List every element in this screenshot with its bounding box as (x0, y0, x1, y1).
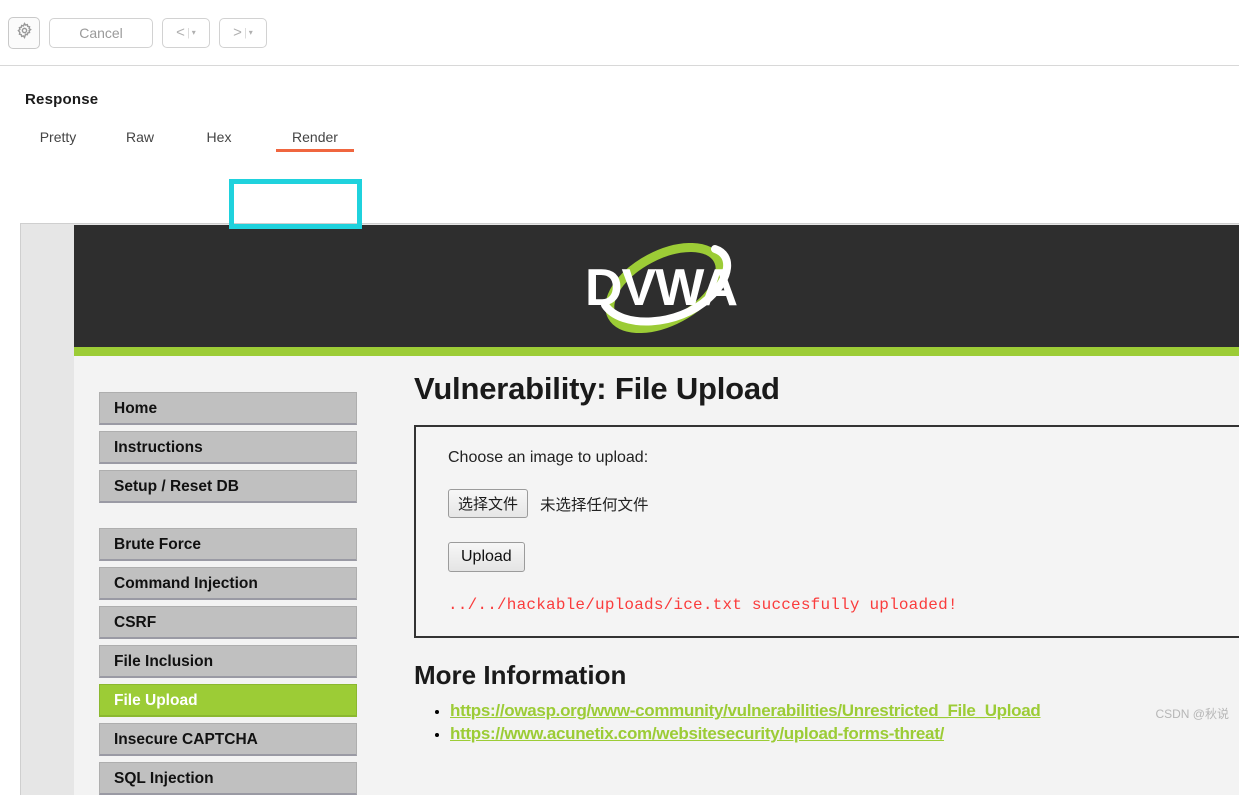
tab-raw[interactable]: Raw (102, 125, 178, 153)
sidebar-item-label: CSRF (114, 614, 157, 631)
dvwa-main-content: Vulnerability: File Upload Choose an ima… (414, 371, 1239, 747)
sidebar-item-label: Brute Force (114, 536, 201, 553)
list-item: https://www.acunetix.com/websitesecurity… (450, 724, 1234, 744)
chevron-left-icon: < (176, 24, 185, 41)
svg-text:DVWA: DVWA (585, 259, 737, 317)
chevron-down-icon: ▾ (191, 28, 196, 37)
tab-hex[interactable]: Hex (184, 125, 254, 153)
choose-image-label: Choose an image to upload: (448, 449, 649, 466)
upload-success-message: ../../hackable/uploads/ice.txt succesful… (448, 596, 958, 614)
dvwa-sidebar: Home Instructions Setup / Reset DB Brute… (99, 392, 357, 795)
sidebar-item-label: Setup / Reset DB (114, 478, 239, 495)
cancel-button[interactable]: Cancel (49, 17, 153, 48)
chevron-down-icon: ▾ (248, 28, 253, 37)
top-toolbar: Cancel < | ▾ > | ▾ (0, 0, 1239, 66)
sidebar-item-brute-force[interactable]: Brute Force (99, 528, 357, 561)
more-information-list: https://owasp.org/www-community/vulnerab… (414, 701, 1234, 744)
tab-pretty-label: Pretty (39, 129, 77, 145)
more-information-heading: More Information (414, 660, 627, 690)
choose-file-button[interactable]: 选择文件 (448, 489, 529, 518)
sidebar-item-setup-reset-db[interactable]: Setup / Reset DB (99, 470, 357, 503)
sidebar-item-csrf[interactable]: CSRF (99, 606, 357, 639)
response-tabs: Pretty Raw Hex Render (20, 125, 370, 153)
list-item: https://owasp.org/www-community/vulnerab… (450, 701, 1234, 721)
tab-hex-label: Hex (206, 129, 232, 145)
sidebar-item-label: Instructions (114, 439, 203, 456)
page-title: Vulnerability: File Upload (414, 371, 780, 406)
sidebar-item-label: File Inclusion (114, 653, 214, 670)
render-tab-highlight-box (229, 179, 362, 229)
watermark: CSDN @秋说 (1155, 707, 1229, 721)
file-selection-status: 未选择任何文件 (540, 496, 649, 514)
dvwa-page: DVWA Home Instructions Setup / Reset DB (74, 225, 1239, 795)
acunetix-link[interactable]: https://www.acunetix.com/websitesecurity… (450, 724, 944, 743)
cancel-button-label: Cancel (79, 24, 123, 41)
dvwa-green-bar (74, 347, 1239, 356)
panel-title: Response (25, 91, 99, 108)
upload-button[interactable]: Upload (448, 542, 525, 572)
back-button[interactable]: < | ▾ (162, 17, 210, 48)
sidebar-item-label: Home (114, 400, 158, 417)
chevron-right-icon: > (233, 24, 242, 41)
settings-button[interactable] (8, 16, 40, 49)
back-divider: | (186, 26, 190, 39)
tab-pretty[interactable]: Pretty (20, 125, 96, 153)
file-upload-form-box: Choose an image to upload: 选择文件 未选择任何文件 … (414, 425, 1239, 638)
sidebar-item-sql-injection[interactable]: SQL Injection (99, 762, 357, 795)
render-viewport: DVWA Home Instructions Setup / Reset DB (20, 223, 1239, 795)
forward-divider: | (243, 26, 247, 39)
file-input-row: 选择文件 未选择任何文件 (448, 489, 1239, 518)
sidebar-item-label: SQL Injection (114, 770, 214, 787)
tab-render[interactable]: Render (260, 125, 370, 153)
dvwa-logo-icon: DVWA (585, 242, 738, 334)
sidebar-item-home[interactable]: Home (99, 392, 357, 425)
sidebar-item-file-inclusion[interactable]: File Inclusion (99, 645, 357, 678)
dvwa-logo: DVWA (74, 242, 1239, 334)
sidebar-item-label: Command Injection (114, 575, 258, 592)
sidebar-item-instructions[interactable]: Instructions (99, 431, 357, 464)
tab-render-label: Render (292, 129, 338, 145)
viewport-inner: DVWA Home Instructions Setup / Reset DB (22, 225, 1239, 795)
sidebar-group-divider (99, 509, 357, 528)
dvwa-header: DVWA (74, 225, 1239, 356)
response-panel: Response Pretty Raw Hex Render DVWA Home… (0, 67, 1239, 795)
owasp-link[interactable]: https://owasp.org/www-community/vulnerab… (450, 701, 1041, 720)
sidebar-item-file-upload[interactable]: File Upload (99, 684, 357, 717)
forward-button[interactable]: > | ▾ (219, 17, 267, 48)
sidebar-item-label: File Upload (114, 692, 198, 709)
tab-raw-label: Raw (125, 129, 154, 145)
active-tab-underline (276, 149, 354, 152)
sidebar-item-command-injection[interactable]: Command Injection (99, 567, 357, 600)
sidebar-item-label: Insecure CAPTCHA (114, 731, 258, 748)
gear-icon (16, 21, 33, 44)
